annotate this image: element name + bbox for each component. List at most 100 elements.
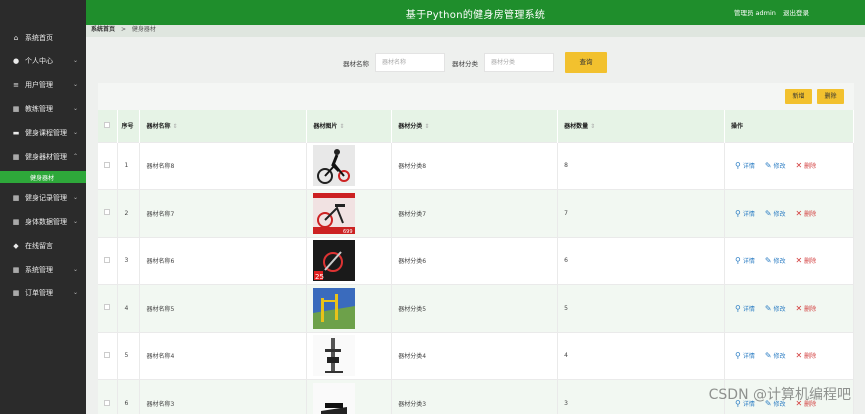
chevron-down-icon: ⌄ [72,105,78,112]
current-user: 管理员 admin [733,9,776,17]
sidebar-item-home[interactable]: ⌂ 系统首页 [0,26,86,49]
row-select-cell [98,141,119,190]
row-image [306,284,393,332]
row-checkbox[interactable] [104,161,110,168]
sidebar-item-records[interactable]: ▦ 健身记录管理 ⌄ [0,186,86,209]
row-checkbox[interactable] [104,256,110,263]
select-all-checkbox[interactable] [104,121,110,128]
delete-button[interactable]: ✕ 删除 [795,209,816,218]
delete-button[interactable]: ✕ 删除 [795,304,816,313]
row-ops: ⚲ 详情 ✎ 修改 ✕ 删除 [724,284,854,332]
col-category[interactable]: 器材分类 ⇕ [391,110,559,142]
row-category: 器材分类8 [391,141,559,190]
edit-button[interactable]: ✎ 修改 [765,256,786,265]
col-image: 器材图片 ⇕ [306,110,393,142]
col-ops: 操作 [724,110,854,142]
bulk-delete-button[interactable]: 删除 [817,89,844,104]
edit-button[interactable]: ✎ 修改 [765,304,786,313]
sidebar-item-profile[interactable]: ● 个人中心 ⌄ [0,49,86,72]
detail-button[interactable]: ⚲ 详情 [735,209,755,218]
search-icon: ⚲ [735,303,741,313]
sidebar-item-users[interactable]: ≡ 用户管理 ⌄ [0,73,86,96]
detail-button[interactable]: ⚲ 详情 [735,161,755,170]
sidebar-item-coaches[interactable]: ▦ 教练管理 ⌄ [0,97,86,120]
row-category: 器材分类3 [391,379,559,414]
chevron-up-icon: ⌃ [72,153,78,160]
sidebar-item-orders[interactable]: ▦ 订单管理 ⌄ [0,281,86,304]
search-button[interactable]: 查询 [565,52,607,73]
detail-button[interactable]: ⚲ 详情 [735,256,755,265]
col-qty-label: 器材数量 [564,123,589,131]
edit-label: 修改 [773,258,786,266]
sort-icon[interactable]: ⇕ [590,123,595,130]
sidebar-item-label: 健身器材管理 [25,152,67,161]
detail-button[interactable]: ⚲ 详情 [735,304,755,313]
svg-text:699: 699 [343,229,353,234]
table-panel: 新增 删除 序号 器材名称 ⇕ 器材图片 ⇕ 器材分类 ⇕ 器材数量 ⇕ 操作 1 器材… [98,83,854,414]
edit-button[interactable]: ✎ 修改 [765,351,786,360]
logout-link[interactable]: 退出登录 [783,9,809,17]
detail-label: 详情 [742,210,755,218]
add-button[interactable]: 新增 [785,89,812,104]
sort-icon[interactable]: ⇕ [339,123,344,130]
row-index: 1 [117,141,141,190]
top-bar: 基于Python的健身房管理系统 管理员 admin 退出登录 [86,0,865,25]
col-qty[interactable]: 器材数量 ⇕ [557,110,726,142]
delete-label: 删除 [804,258,817,266]
delete-button[interactable]: ✕ 删除 [795,256,816,265]
col-name[interactable]: 器材名称 ⇕ [139,110,308,142]
delete-button[interactable]: ✕ 删除 [795,351,816,360]
delete-button[interactable]: ✕ 删除 [795,161,816,170]
sidebar-item-courses[interactable]: ▬ 健身课程管理 ⌄ [0,121,86,144]
equipment-image [313,145,391,187]
row-select-cell [98,331,119,380]
breadcrumb-home[interactable]: 系统首页 [91,26,115,33]
delete-label: 删除 [804,305,817,313]
row-ops: ⚲ 详情 ✎ 修改 ✕ 删除 [724,141,854,190]
row-checkbox[interactable] [104,399,110,406]
breadcrumb-separator: > [120,26,126,33]
watermark: CSDN @计算机编程吧 [708,387,851,403]
table-header-row: 序号 器材名称 ⇕ 器材图片 ⇕ 器材分类 ⇕ 器材数量 ⇕ 操作 [98,110,854,142]
user-info: 管理员 admin 退出登录 [734,7,809,17]
equipment-category-input[interactable]: 器材分类 [484,53,554,72]
sidebar-item-messages[interactable]: ◆ 在线留言 [0,234,86,257]
sidebar-subitem-equipment[interactable]: 健身器材 [0,171,86,183]
search-bar: 器材名称 器材名称 器材分类 器材分类 查询 [86,38,865,82]
row-select-cell [98,379,119,414]
search-icon: ⚲ [735,351,741,361]
sidebar-item-label: 订单管理 [25,288,53,297]
row-ops: ⚲ 详情 ✎ 修改 ✕ 删除 [724,331,854,380]
row-image: 25 [306,236,393,285]
row-checkbox[interactable] [104,209,110,216]
pencil-icon: ✎ [764,161,772,171]
sidebar-item-equipment[interactable]: ▦ 健身器材管理 ⌃ [0,145,86,168]
equipment-table: 序号 器材名称 ⇕ 器材图片 ⇕ 器材分类 ⇕ 器材数量 ⇕ 操作 1 器材名称8 器材… [98,110,854,414]
row-category: 器材分类6 [391,236,559,285]
equipment-image: 25 [313,240,391,282]
table-row: 4 器材名称5 器材分类5 5 ⚲ 详情 ✎ 修改 ✕ 删除 [98,284,854,332]
row-name: 器材名称3 [139,379,308,414]
row-checkbox[interactable] [104,351,110,358]
row-qty: 7 [557,189,726,237]
close-icon: ✕ [795,256,803,266]
row-category: 器材分类5 [391,284,559,332]
chevron-down-icon: ⌄ [72,57,78,64]
chevron-down-icon: ⌄ [72,129,78,136]
sidebar-item-system[interactable]: ▦ 系统管理 ⌄ [0,258,86,281]
row-ops: ⚲ 详情 ✎ 修改 ✕ 删除 [724,189,854,237]
edit-button[interactable]: ✎ 修改 [765,161,786,170]
sidebar-item-label: 健身课程管理 [25,128,67,137]
equipment-name-input[interactable]: 器材名称 [375,53,445,72]
equipment-image [313,335,391,377]
row-select-cell [98,236,119,285]
row-name: 器材名称6 [139,236,308,285]
grid-icon: ▦ [12,104,20,113]
sort-icon[interactable]: ⇕ [424,123,429,130]
chevron-down-icon: ⌄ [72,266,78,273]
sort-icon[interactable]: ⇕ [172,123,177,130]
sidebar-item-body-data[interactable]: ▦ 身体数据管理 ⌄ [0,210,86,233]
edit-button[interactable]: ✎ 修改 [765,209,786,218]
row-checkbox[interactable] [104,304,110,311]
detail-button[interactable]: ⚲ 详情 [735,351,755,360]
